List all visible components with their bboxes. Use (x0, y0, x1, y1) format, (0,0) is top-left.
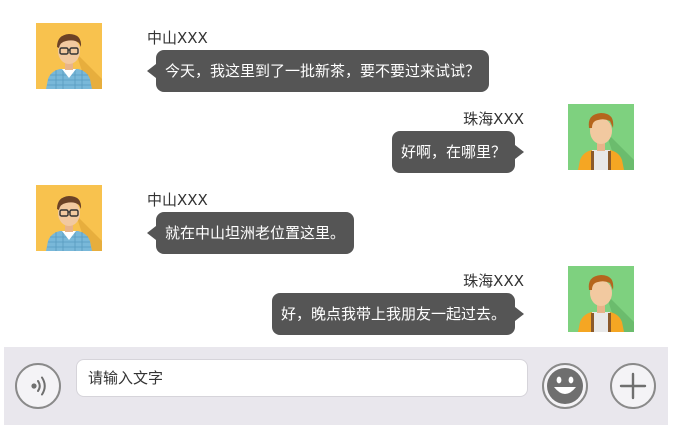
chat-input-bar (4, 347, 668, 425)
message-row: 珠海XXX 好啊，在哪里？ (0, 104, 673, 182)
message-row: 中山XXX 今天，我这里到了一批新茶，要不要过来试试？ (0, 23, 673, 101)
sender-name: 中山XXX (147, 29, 208, 47)
sender-name: 珠海XXX (463, 110, 524, 128)
message-bubble[interactable]: 好，晚点我带上我朋友一起过去。 (271, 293, 525, 335)
more-button[interactable] (610, 363, 656, 409)
sender-name: 中山XXX (147, 191, 208, 209)
message-bubble[interactable]: 今天，我这里到了一批新茶，要不要过来试试？ (146, 50, 490, 92)
message-bubble[interactable]: 就在中山坦洲老位置这里。 (146, 212, 355, 254)
man-with-suspenders-avatar[interactable] (568, 104, 634, 170)
voice-button[interactable] (15, 363, 61, 409)
message-bubble[interactable]: 好啊，在哪里？ (391, 131, 525, 173)
smiley-icon (547, 368, 583, 404)
message-row: 珠海XXX 好，晚点我带上我朋友一起过去。 (0, 266, 673, 344)
plus-icon (619, 372, 647, 400)
sender-name: 珠海XXX (463, 272, 524, 290)
man-with-glasses-avatar[interactable] (36, 23, 102, 89)
voice-icon (31, 376, 46, 396)
message-row: 中山XXX 就在中山坦洲老位置这里。 (0, 185, 673, 263)
man-with-suspenders-avatar[interactable] (568, 266, 634, 332)
message-input[interactable] (76, 359, 528, 397)
man-with-glasses-avatar[interactable] (36, 185, 102, 251)
emoji-button[interactable] (542, 363, 588, 409)
